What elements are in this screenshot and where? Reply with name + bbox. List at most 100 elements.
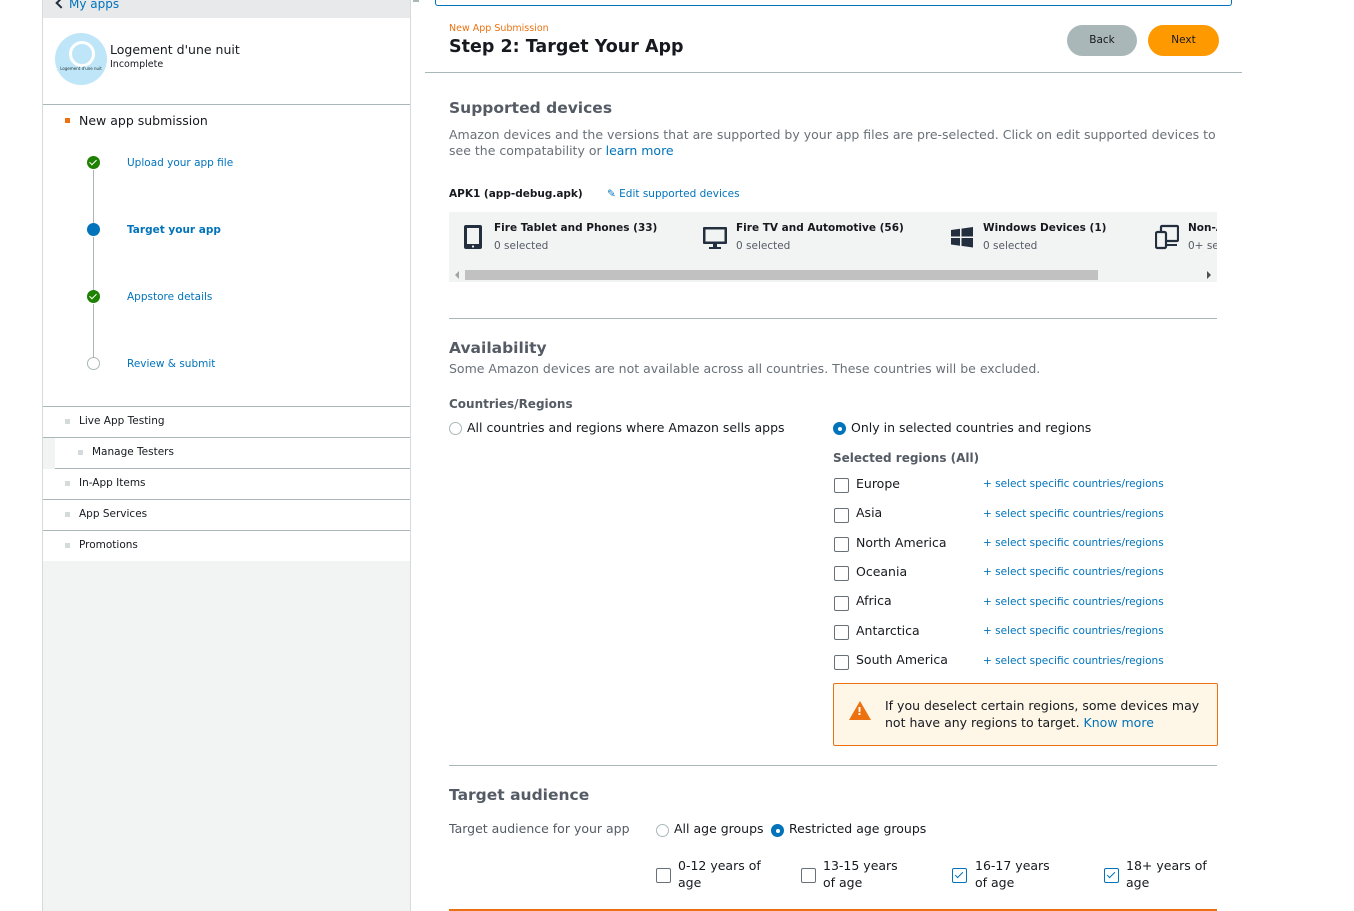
step-pending-icon bbox=[87, 357, 100, 370]
windows-icon bbox=[951, 227, 973, 248]
page-title: Step 2: Target Your App bbox=[449, 37, 684, 57]
region-north-america-checkbox[interactable] bbox=[834, 537, 849, 552]
scrollbar-marker[interactable] bbox=[413, 0, 419, 2]
supported-devices-description: Amazon devices and the versions that are… bbox=[449, 127, 1217, 159]
all-countries-radio[interactable] bbox=[449, 422, 462, 435]
select-countries-link[interactable]: + select specific countries/regions bbox=[983, 508, 1164, 520]
selected-regions-label: Selected regions (All) bbox=[833, 451, 980, 465]
region-label: South America bbox=[856, 652, 948, 667]
step-complete-icon bbox=[87, 156, 100, 169]
device-list-scrollbar[interactable] bbox=[449, 268, 1217, 282]
device-windows[interactable]: Windows Devices (1) 0 selected bbox=[938, 212, 1143, 262]
breadcrumb: New App Submission bbox=[449, 23, 549, 34]
step-review-submit[interactable]: Review & submit bbox=[127, 358, 215, 370]
chevron-left-icon bbox=[55, 0, 67, 9]
age-18-plus-checkbox[interactable] bbox=[1104, 868, 1119, 883]
tablet-icon bbox=[464, 225, 482, 249]
sidebar-item-label: Live App Testing bbox=[79, 415, 165, 427]
device-name: Fire TV and Automotive (56) bbox=[736, 222, 904, 234]
back-button[interactable]: Back bbox=[1067, 25, 1137, 56]
next-button[interactable]: Next bbox=[1148, 25, 1219, 56]
region-oceania-checkbox[interactable] bbox=[834, 566, 849, 581]
target-audience-heading: Target audience bbox=[449, 786, 590, 804]
availability-description: Some Amazon devices are not available ac… bbox=[449, 361, 1041, 376]
page-header: New App Submission Step 2: Target Your A… bbox=[425, 7, 1242, 73]
step-current-icon bbox=[87, 223, 100, 236]
age-16-17-checkbox[interactable] bbox=[952, 868, 967, 883]
divider bbox=[449, 318, 1217, 319]
age-group-label: 13-15 years of age bbox=[823, 858, 898, 890]
submission-nav: New app submission Upload your app file … bbox=[43, 105, 410, 407]
select-countries-link[interactable]: + select specific countries/regions bbox=[983, 625, 1164, 637]
region-label: North America bbox=[856, 535, 947, 550]
sidebar-item-label: In-App Items bbox=[79, 477, 146, 489]
device-fire-tablet[interactable]: Fire Tablet and Phones (33) 0 selected bbox=[449, 212, 689, 262]
select-countries-link[interactable]: + select specific countries/regions bbox=[983, 478, 1164, 490]
sidebar: My apps Logement d'une nuit Logement d'u… bbox=[42, 0, 411, 911]
region-asia-checkbox[interactable] bbox=[834, 508, 849, 523]
sidebar-item-manage-testers[interactable]: Manage Testers bbox=[55, 438, 410, 469]
region-label: Asia bbox=[856, 505, 883, 520]
region-south-america-checkbox[interactable] bbox=[834, 655, 849, 670]
step-appstore-details[interactable]: Appstore details bbox=[127, 291, 212, 303]
device-fire-tv[interactable]: Fire TV and Automotive (56) 0 selected bbox=[691, 212, 936, 262]
sidebar-top-bar: My apps bbox=[43, 0, 410, 18]
age-13-15-checkbox[interactable] bbox=[801, 868, 816, 883]
selected-countries-radio[interactable] bbox=[833, 422, 846, 435]
age-group-label: 18+ years of age bbox=[1126, 858, 1207, 890]
app-logo-mark bbox=[69, 41, 95, 67]
region-label: Europe bbox=[856, 476, 900, 491]
bullet-icon bbox=[65, 118, 70, 123]
sidebar-item-label: Promotions bbox=[79, 539, 138, 551]
edit-supported-devices-link[interactable]: ✎ Edit supported devices bbox=[607, 188, 740, 200]
device-selected-count: 0 selected bbox=[736, 240, 791, 252]
bullet-icon bbox=[65, 512, 70, 517]
sidebar-item-label: Manage Testers bbox=[92, 446, 174, 458]
scroll-right-icon[interactable] bbox=[1207, 271, 1211, 279]
region-europe-checkbox[interactable] bbox=[834, 478, 849, 493]
availability-heading: Availability bbox=[449, 339, 547, 357]
select-countries-link[interactable]: + select specific countries/regions bbox=[983, 537, 1164, 549]
sidebar-item-in-app-items[interactable]: In-App Items bbox=[43, 469, 410, 500]
pencil-icon: ✎ bbox=[607, 188, 616, 200]
step-connector bbox=[93, 170, 94, 230]
sidebar-item-label: App Services bbox=[79, 508, 148, 520]
step-complete-icon bbox=[87, 290, 100, 303]
sidebar-item-promotions[interactable]: Promotions bbox=[43, 531, 410, 561]
sidebar-item-live-app-testing[interactable]: Live App Testing bbox=[43, 407, 410, 438]
step-target-your-app[interactable]: Target your app bbox=[127, 224, 221, 236]
edit-supported-devices-label: Edit supported devices bbox=[619, 188, 740, 200]
device-selected-count: 0 selected bbox=[494, 240, 549, 252]
scrollbar-thumb[interactable] bbox=[465, 270, 1098, 280]
restricted-age-groups-label[interactable]: Restricted age groups bbox=[789, 821, 926, 836]
age-0-12-checkbox[interactable] bbox=[656, 868, 671, 883]
scroll-left-icon[interactable] bbox=[455, 271, 459, 279]
region-africa-checkbox[interactable] bbox=[834, 596, 849, 611]
selected-countries-label[interactable]: Only in selected countries and regions bbox=[851, 420, 1091, 435]
app-header: Logement d'une nuit Logement d'une nuit … bbox=[43, 18, 410, 105]
app-status: Incomplete bbox=[110, 59, 164, 70]
top-field-edge[interactable] bbox=[435, 0, 1232, 6]
device-name: Fire Tablet and Phones (33) bbox=[494, 222, 658, 234]
know-more-link[interactable]: Know more bbox=[1084, 715, 1154, 730]
select-countries-link[interactable]: + select specific countries/regions bbox=[983, 655, 1164, 667]
learn-more-link[interactable]: learn more bbox=[606, 143, 674, 158]
app-logo-text: Logement d'une nuit bbox=[60, 66, 102, 71]
sidebar-item-app-services[interactable]: App Services bbox=[43, 500, 410, 531]
restricted-age-groups-radio[interactable] bbox=[771, 824, 784, 837]
select-countries-link[interactable]: + select specific countries/regions bbox=[983, 596, 1164, 608]
my-apps-link[interactable]: My apps bbox=[55, 0, 120, 11]
step-connector bbox=[93, 237, 94, 297]
step-upload-app-file[interactable]: Upload your app file bbox=[127, 157, 233, 169]
all-age-groups-label[interactable]: All age groups bbox=[674, 821, 764, 836]
region-antarctica-checkbox[interactable] bbox=[834, 625, 849, 640]
device-non-amazon[interactable]: Non-A 0+ sel bbox=[1143, 212, 1217, 262]
all-countries-label[interactable]: All countries and regions where Amazon s… bbox=[467, 420, 785, 435]
select-countries-link[interactable]: + select specific countries/regions bbox=[983, 566, 1164, 578]
my-apps-label: My apps bbox=[69, 0, 120, 11]
app-logo: Logement d'une nuit bbox=[55, 33, 107, 85]
all-age-groups-radio[interactable] bbox=[656, 824, 669, 837]
submission-title[interactable]: New app submission bbox=[79, 113, 208, 128]
apk-label: APK1 (app-debug.apk) bbox=[449, 188, 583, 200]
region-label: Oceania bbox=[856, 564, 908, 579]
